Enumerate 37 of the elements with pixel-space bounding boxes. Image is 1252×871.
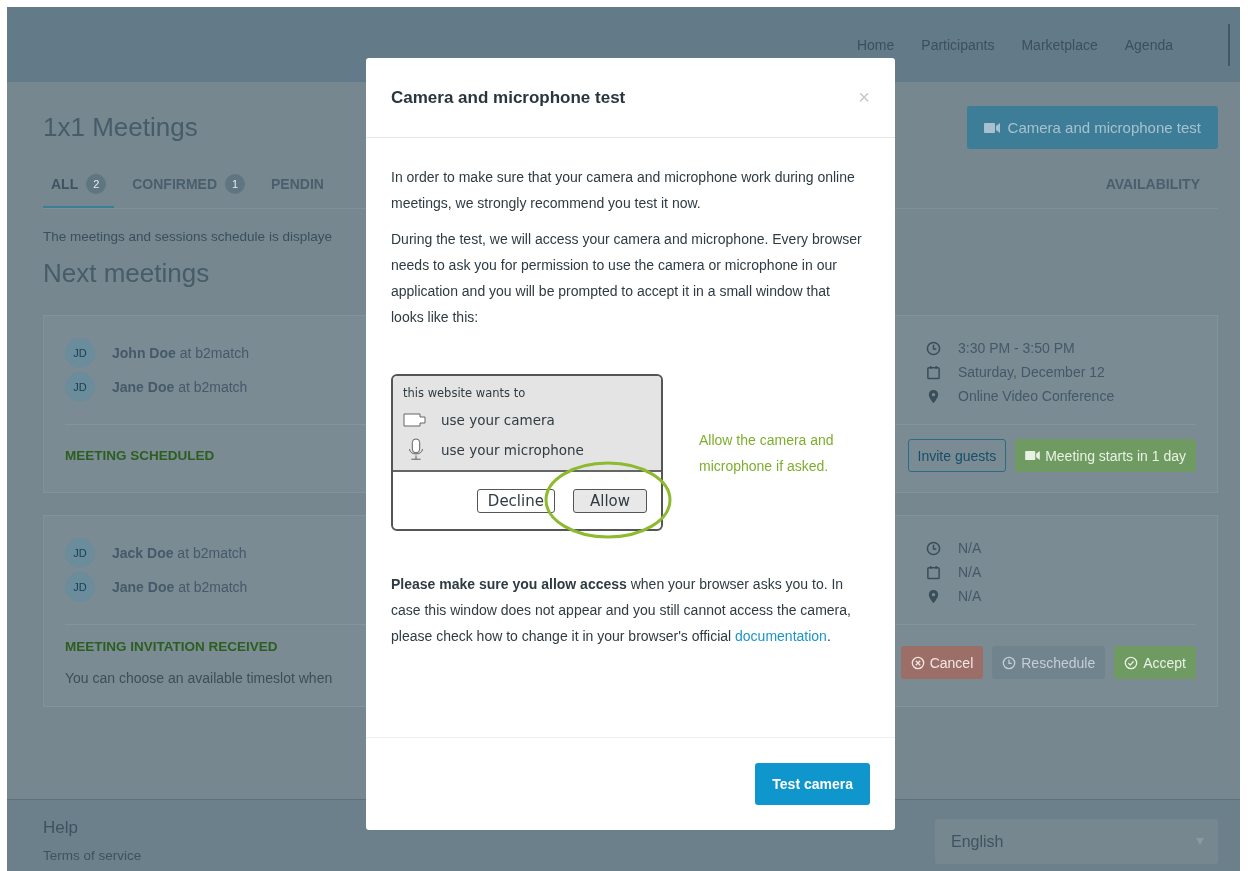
language-select[interactable]: English: [935, 819, 1218, 864]
clock-icon: [926, 340, 941, 356]
map-pin-icon: [926, 388, 941, 404]
hint-text: Allow the camera and microphone if asked.: [699, 430, 835, 476]
map-pin-icon: [926, 588, 941, 604]
clock-icon: [926, 540, 941, 556]
calendar-icon: [926, 564, 941, 580]
meeting-status: MEETING SCHEDULED: [65, 448, 215, 463]
documentation-link[interactable]: documentation: [735, 628, 827, 644]
meeting-action-button[interactable]: Cancel: [900, 646, 984, 679]
camera-test-button[interactable]: Camera and microphone test: [966, 106, 1218, 149]
meeting-action-button[interactable]: Meeting starts in 1 day: [1015, 439, 1196, 472]
close-circle-icon: [910, 655, 925, 670]
camera-icon: [403, 413, 429, 427]
avatar-initials: JD: [65, 372, 95, 402]
dialog-paragraph: Please make sure you allow access when your browser asks you to. In case this window does not appear and you still cannot access the camera, please check how to change it in your browser's official documentation.: [391, 575, 852, 646]
calendar-icon: [926, 364, 941, 380]
dialog-paragraph: In order to make sure that your camera and microphone work during online meetings, we strongly recommend you test it now.: [391, 168, 856, 213]
meeting-action-button[interactable]: Invite guests: [907, 439, 1007, 472]
avatar-initials: JD: [65, 572, 95, 602]
prompt-heading: this website wants to: [403, 386, 527, 400]
dialog-title: Camera and microphone test: [391, 87, 626, 108]
video-camera-icon: [1025, 450, 1041, 461]
prompt-text: use your camera: [441, 412, 555, 428]
test-camera-button[interactable]: Test camera: [755, 763, 870, 805]
meeting-note: You can choose an available timeslot when: [65, 670, 333, 686]
prompt-text: use your microphone: [441, 442, 584, 458]
info-text: The meetings and sessions schedule is displaye: [43, 229, 332, 244]
video-camera-icon: [983, 121, 1000, 134]
meeting-action-button[interactable]: Accept: [1114, 646, 1196, 679]
close-button[interactable]: ×: [858, 86, 870, 109]
avatar-initials: JD: [65, 538, 95, 568]
avatar-initials: JD: [65, 338, 95, 368]
meeting-status: MEETING INVITATION RECEIVED: [65, 639, 279, 654]
clock-icon: [1002, 655, 1017, 670]
check-circle-icon: [1124, 655, 1139, 670]
dialog-paragraph: During the test, we will access your camera and microphone. Every browser needs to ask you for permission to use the camera or microphone in our application and you will be prompted to accept it in a small window that looks like this:: [391, 230, 862, 327]
